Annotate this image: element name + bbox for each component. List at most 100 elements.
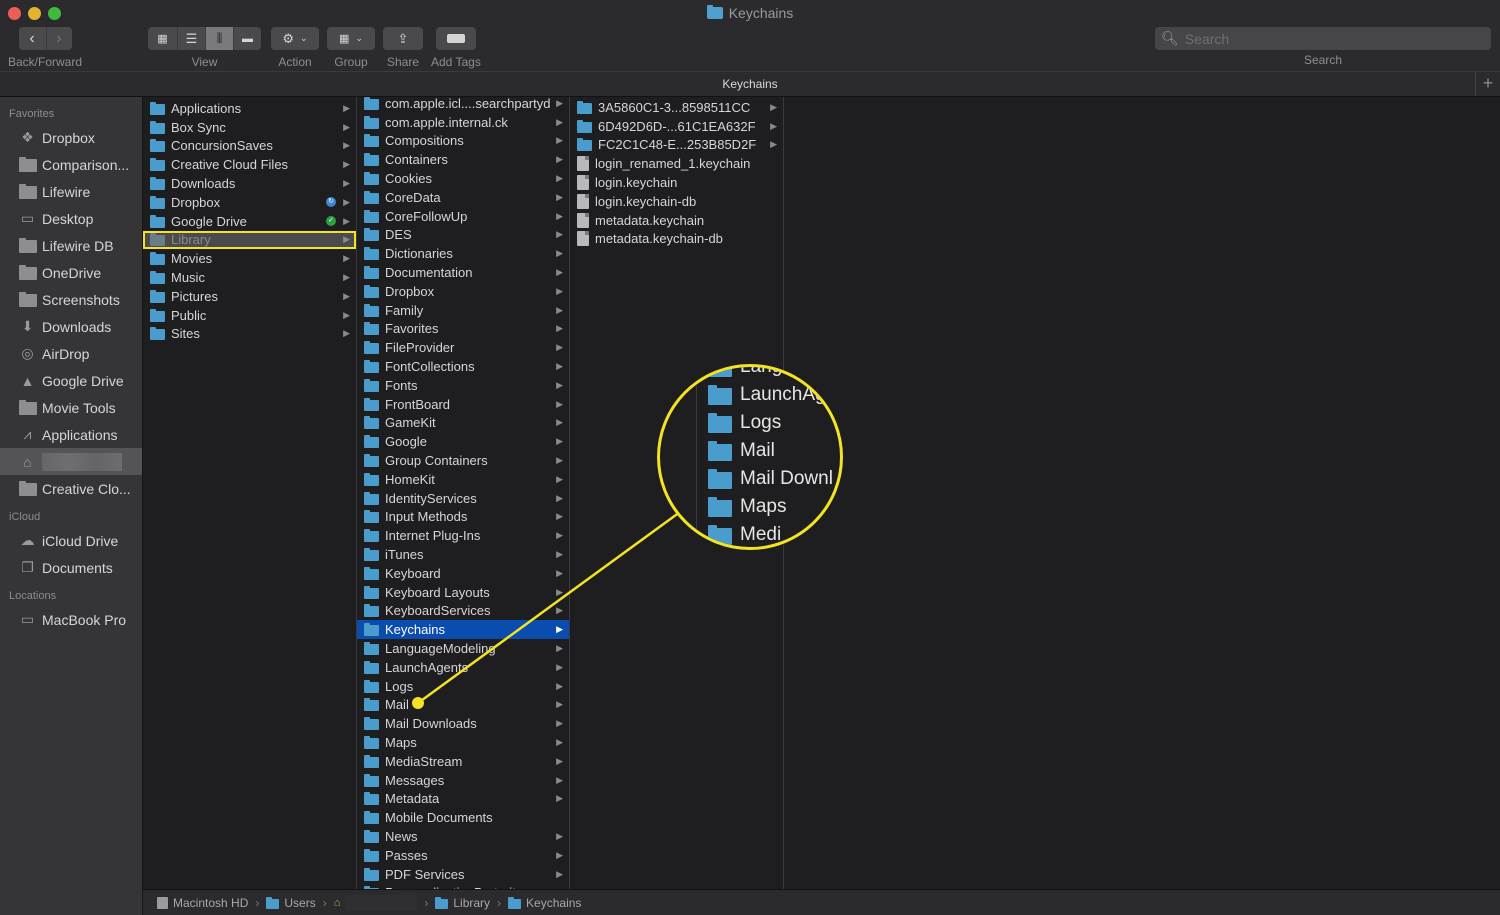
list-item[interactable]: Cookies ▶ [357, 169, 569, 188]
sidebar-item[interactable]: ☁ iCloud Drive [0, 527, 142, 554]
sidebar-item[interactable]: ⌂ [0, 448, 142, 475]
list-item[interactable]: login.keychain [570, 173, 783, 192]
sidebar-item[interactable]: ⩘ Applications [0, 421, 142, 448]
sidebar-item[interactable]: ⬇ Downloads [0, 313, 142, 340]
list-item[interactable]: Passes ▶ [357, 846, 569, 865]
sidebar-item[interactable]: OneDrive [0, 259, 142, 286]
list-item[interactable]: IdentityServices ▶ [357, 489, 569, 508]
gallery-view-button[interactable]: ▬ [233, 27, 261, 50]
list-item[interactable]: Google ▶ [357, 432, 569, 451]
column-view-button[interactable]: ⫼ [205, 27, 233, 50]
column-preview[interactable] [784, 97, 1500, 889]
list-item[interactable]: Maps ▶ [357, 733, 569, 752]
add-tab-button[interactable]: + [1475, 72, 1500, 96]
list-item[interactable]: Box Sync ▶ [143, 118, 356, 137]
share-button[interactable]: ⇪ [383, 27, 423, 50]
sidebar-item[interactable]: ❖ Dropbox [0, 124, 142, 151]
list-item[interactable]: Fonts ▶ [357, 376, 569, 395]
list-item[interactable]: CoreData ▶ [357, 188, 569, 207]
list-item[interactable]: ConcursionSaves ▶ [143, 137, 356, 156]
crumb-macintosh-hd[interactable]: Macintosh HD [157, 896, 248, 910]
list-item[interactable]: login_renamed_1.keychain [570, 154, 783, 173]
list-item[interactable]: LanguageModeling ▶ [357, 639, 569, 658]
list-item[interactable]: Keychains ▶ [357, 620, 569, 640]
crumb-users[interactable]: Users [266, 896, 316, 910]
group-button[interactable]: ▦ ⌄ [327, 27, 375, 50]
tab-title[interactable]: Keychains [722, 77, 777, 91]
list-item[interactable]: iTunes ▶ [357, 545, 569, 564]
list-item[interactable]: Library ▶ [143, 230, 356, 250]
list-item[interactable]: Compositions ▶ [357, 132, 569, 151]
list-item[interactable]: Movies ▶ [143, 249, 356, 268]
list-item[interactable]: Dictionaries ▶ [357, 244, 569, 263]
crumb-home[interactable]: ⌂ [334, 894, 418, 911]
search-input[interactable] [1184, 30, 1485, 47]
list-item[interactable]: Mobile Documents [357, 808, 569, 827]
list-item[interactable]: Mail ▶ [357, 696, 569, 715]
list-item[interactable]: metadata.keychain-db [570, 230, 783, 249]
sidebar-item[interactable]: ❐ Documents [0, 554, 142, 581]
list-item[interactable]: com.apple.internal.ck ▶ [357, 113, 569, 132]
list-item[interactable]: GameKit ▶ [357, 414, 569, 433]
list-item[interactable]: Internet Plug-Ins ▶ [357, 526, 569, 545]
list-item[interactable]: MediaStream ▶ [357, 752, 569, 771]
list-item[interactable]: 6D492D6D-...61C1EA632F ▶ [570, 117, 783, 136]
list-item[interactable]: Pictures ▶ [143, 287, 356, 306]
sidebar-item[interactable]: Comparison... [0, 151, 142, 178]
list-item[interactable]: Music ▶ [143, 268, 356, 287]
list-item[interactable]: FrontBoard ▶ [357, 395, 569, 414]
sidebar-item[interactable]: ◎ AirDrop [0, 340, 142, 367]
sidebar-item[interactable]: Lifewire DB [0, 232, 142, 259]
column-home[interactable]: Applications ▶ Box Sync ▶ ConcursionSaves ▶ Cr… [143, 97, 357, 889]
list-item[interactable]: Dropbox ↻ ▶ [143, 193, 356, 212]
action-button[interactable]: ⚙ ⌄ [271, 27, 319, 50]
list-item[interactable]: Google Drive ✓ ▶ [143, 212, 356, 231]
list-item[interactable]: Creative Cloud Files ▶ [143, 155, 356, 174]
list-item[interactable]: Family ▶ [357, 301, 569, 320]
crumb-keychains[interactable]: Keychains [508, 896, 581, 910]
forward-button[interactable]: › [45, 27, 72, 50]
sidebar-item[interactable]: Screenshots [0, 286, 142, 313]
list-item[interactable]: Mail Downloads ▶ [357, 714, 569, 733]
list-item[interactable]: Group Containers ▶ [357, 451, 569, 470]
list-item[interactable]: Sites ▶ [143, 325, 356, 344]
search-field[interactable]: 🔍︎ [1155, 27, 1491, 50]
list-item[interactable]: HomeKit ▶ [357, 470, 569, 489]
list-item[interactable]: com.apple.icl....searchpartyd ▶ [357, 97, 569, 113]
sidebar-item[interactable]: Creative Clo... [0, 475, 142, 502]
list-item[interactable]: FileProvider ▶ [357, 338, 569, 357]
list-item[interactable]: Public ▶ [143, 306, 356, 325]
list-item[interactable]: Containers ▶ [357, 150, 569, 169]
add-tags-button[interactable] [435, 27, 476, 50]
sidebar-item[interactable]: Lifewire [0, 178, 142, 205]
list-item[interactable]: Messages ▶ [357, 771, 569, 790]
sidebar-item[interactable]: Movie Tools [0, 394, 142, 421]
list-item[interactable]: Input Methods ▶ [357, 508, 569, 527]
back-button[interactable]: ‹ [19, 27, 46, 50]
sidebar-item[interactable]: ▲ Google Drive [0, 367, 142, 394]
list-item[interactable]: Documentation ▶ [357, 263, 569, 282]
list-item[interactable]: Favorites ▶ [357, 320, 569, 339]
list-item[interactable]: metadata.keychain [570, 211, 783, 230]
sidebar-item[interactable]: ▭ Desktop [0, 205, 142, 232]
list-item[interactable]: News ▶ [357, 827, 569, 846]
icon-view-button[interactable]: ▦ [148, 27, 177, 50]
list-item[interactable]: Dropbox ▶ [357, 282, 569, 301]
list-item[interactable]: FontCollections ▶ [357, 357, 569, 376]
list-item[interactable]: Applications ▶ [143, 99, 356, 118]
list-item[interactable]: KeyboardServices ▶ [357, 602, 569, 621]
sidebar-item[interactable]: ▭ MacBook Pro [0, 606, 142, 633]
list-item[interactable]: CoreFollowUp ▶ [357, 207, 569, 226]
list-item[interactable]: 3A5860C1-3...8598511CC ▶ [570, 98, 783, 117]
list-item[interactable]: Metadata ▶ [357, 789, 569, 808]
list-view-button[interactable]: ☰ [177, 27, 205, 50]
crumb-library[interactable]: Library [435, 896, 490, 910]
list-item[interactable]: Keyboard ▶ [357, 564, 569, 583]
list-item[interactable]: Keyboard Layouts ▶ [357, 583, 569, 602]
list-item[interactable]: LaunchAgents ▶ [357, 658, 569, 677]
column-library[interactable]: com.apple.icl....searchpartyd ▶ com.apple.… [357, 97, 570, 889]
list-item[interactable]: PDF Services ▶ [357, 865, 569, 884]
list-item[interactable]: DES ▶ [357, 226, 569, 245]
list-item[interactable]: Downloads ▶ [143, 174, 356, 193]
list-item[interactable]: login.keychain-db [570, 192, 783, 211]
